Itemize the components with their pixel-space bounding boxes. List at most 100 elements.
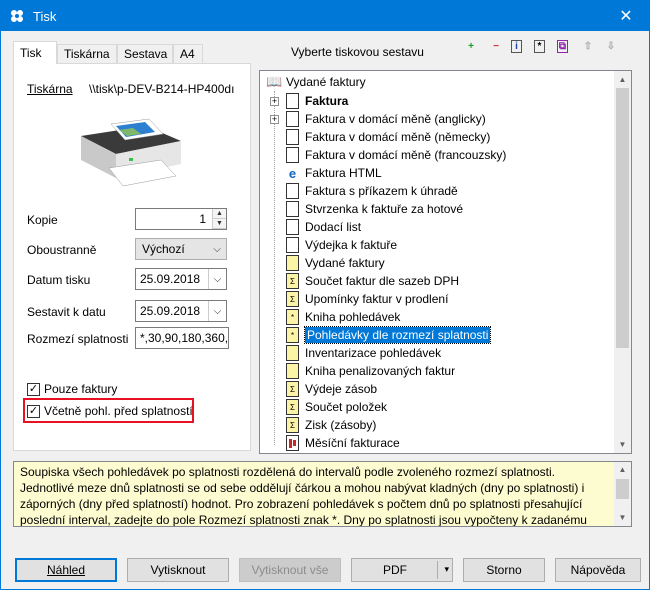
html-icon: e bbox=[286, 165, 299, 181]
move-up-icon[interactable]: ⇧ bbox=[580, 38, 596, 54]
chevron-down-icon[interactable]: ⌵ bbox=[208, 269, 226, 289]
print-date-value: 25.09.2018 bbox=[140, 272, 201, 286]
tree-item[interactable]: Σ Součet faktur dle sazeb DPH bbox=[286, 272, 459, 290]
print-all-button[interactable]: Vytisknout vše bbox=[239, 558, 341, 582]
tree-item-label: Součet faktur dle sazeb DPH bbox=[305, 274, 460, 288]
tree-item[interactable]: Faktura v domácí měně (německy) bbox=[286, 128, 490, 146]
tree-item-label: Faktura s příkazem k úhradě bbox=[305, 184, 458, 198]
print-date-label: Datum tisku bbox=[27, 273, 91, 287]
scroll-down-icon[interactable]: ▼ bbox=[614, 436, 631, 453]
add-icon[interactable]: + bbox=[463, 38, 479, 54]
copies-stepper[interactable]: 1 ▲ ▼ bbox=[135, 208, 227, 230]
move-down-icon[interactable]: ⇩ bbox=[603, 38, 619, 54]
report-tree[interactable]: 📖 Vydané faktury + + Faktura Faktura v d… bbox=[259, 70, 632, 454]
tree-item[interactable]: e Faktura HTML bbox=[286, 164, 382, 182]
spin-down-icon[interactable]: ▼ bbox=[213, 219, 226, 229]
scroll-down-icon[interactable]: ▼ bbox=[614, 510, 631, 526]
tree-item-label: Upomínky faktur v prodlení bbox=[305, 292, 449, 306]
tab-sestava[interactable]: Sestava bbox=[117, 44, 173, 63]
scroll-up-icon[interactable]: ▲ bbox=[614, 462, 631, 478]
help-label: Nápověda bbox=[570, 563, 626, 577]
yellow-page-icon bbox=[286, 255, 299, 271]
duplex-select[interactable]: Výchozí ⌵ bbox=[135, 238, 227, 260]
range-label: Rozmezí splatnosti bbox=[27, 332, 129, 346]
tree-item-label: Dodací list bbox=[305, 220, 362, 234]
cancel-button[interactable]: Storno bbox=[463, 558, 545, 582]
tree-item[interactable]: Dodací list bbox=[286, 218, 361, 236]
star-icon[interactable]: * bbox=[534, 40, 545, 53]
yellow-page-icon bbox=[286, 345, 299, 361]
include-before-due-checkbox[interactable]: ✓ Včetně pohl. před splatností bbox=[27, 403, 193, 419]
tree-item[interactable]: Inventarizace pohledávek bbox=[286, 344, 441, 362]
checkmark-icon[interactable]: ✓ bbox=[27, 382, 40, 396]
tree-item[interactable]: Měsíční fakturace bbox=[286, 434, 400, 452]
tree-item[interactable]: Σ Výdeje zásob bbox=[286, 380, 377, 398]
pdf-label: PDF bbox=[383, 563, 407, 577]
tree-item[interactable]: Stvrzenka k faktuře za hotové bbox=[286, 200, 463, 218]
tree-item[interactable]: Faktura v domácí měně (francouzsky) bbox=[286, 146, 506, 164]
print-date-field[interactable]: 25.09.2018 ⌵ bbox=[135, 268, 227, 290]
copies-spin[interactable]: ▲ ▼ bbox=[212, 209, 226, 229]
tab-tiskarna[interactable]: Tiskárna bbox=[57, 44, 117, 63]
tree-item-label: Kniha pohledávek bbox=[305, 310, 401, 324]
sigma-icon: Σ bbox=[286, 417, 299, 433]
report-date-field[interactable]: 25.09.2018 ⌵ bbox=[135, 300, 227, 322]
info-icon[interactable]: i bbox=[511, 40, 522, 53]
print-button[interactable]: Vytisknout bbox=[127, 558, 229, 582]
expand-icon[interactable]: + bbox=[270, 115, 279, 124]
print-label: Vytisknout bbox=[150, 563, 206, 577]
tree-item[interactable]: Kniha penalizovaných faktur bbox=[286, 362, 455, 380]
tree-item[interactable]: Výdejka k faktuře bbox=[286, 236, 397, 254]
tree-item[interactable]: Vydané faktury bbox=[286, 254, 385, 272]
spin-up-icon[interactable]: ▲ bbox=[213, 209, 226, 219]
checkmark-icon[interactable]: ✓ bbox=[27, 404, 40, 418]
tree-item-label: Výdeje zásob bbox=[305, 382, 378, 396]
close-icon[interactable]: ✕ bbox=[603, 1, 649, 31]
tree-item[interactable]: Faktura bbox=[286, 92, 348, 110]
tree-item[interactable]: Faktura s příkazem k úhradě bbox=[286, 182, 458, 200]
scroll-up-icon[interactable]: ▲ bbox=[614, 71, 631, 88]
star-icon: * bbox=[286, 327, 299, 343]
chevron-down-icon[interactable]: ⌵ bbox=[208, 239, 226, 259]
scroll-thumb[interactable] bbox=[616, 479, 629, 499]
preview-button[interactable]: Náhled bbox=[15, 558, 117, 582]
printer-image bbox=[81, 118, 181, 187]
tab-a4[interactable]: A4 bbox=[173, 44, 203, 63]
tree-item[interactable]: Σ Zisk (zásoby) bbox=[286, 416, 376, 434]
report-date-label: Sestavit k datu bbox=[27, 305, 106, 319]
title-bar: Tisk ✕ bbox=[1, 1, 649, 31]
remove-icon[interactable]: − bbox=[488, 38, 504, 54]
tree-item[interactable]: * Kniha pohledávek bbox=[286, 308, 400, 326]
copies-label: Kopie bbox=[27, 213, 58, 227]
tree-item[interactable]: Σ Součet položek bbox=[286, 398, 387, 416]
printer-label[interactable]: Tiskárna bbox=[27, 82, 73, 96]
chevron-down-icon[interactable]: ▾ bbox=[444, 564, 449, 575]
expand-icon[interactable]: + bbox=[270, 97, 279, 106]
duplex-value: Výchozí bbox=[142, 242, 185, 256]
copy-icon[interactable]: ⧉ bbox=[557, 40, 568, 53]
tab-tisk[interactable]: Tisk bbox=[13, 41, 57, 64]
pdf-button[interactable]: PDF ▾ bbox=[351, 558, 453, 582]
tree-item-label: Vydané faktury bbox=[305, 256, 385, 270]
only-invoices-checkbox[interactable]: ✓ Pouze faktury bbox=[27, 381, 117, 397]
page-icon bbox=[286, 93, 299, 109]
scroll-thumb[interactable] bbox=[616, 88, 629, 348]
description-scrollbar[interactable]: ▲ ▼ bbox=[614, 462, 631, 526]
app-icon bbox=[11, 10, 23, 22]
tree-scrollbar[interactable]: ▲ ▼ bbox=[614, 71, 631, 453]
report-date-value: 25.09.2018 bbox=[140, 304, 201, 318]
chevron-down-icon[interactable]: ⌵ bbox=[208, 301, 226, 321]
tree-root[interactable]: 📖 Vydané faktury bbox=[266, 73, 366, 91]
tree-item[interactable]: Σ Upomínky faktur v prodlení bbox=[286, 290, 448, 308]
page-icon bbox=[286, 237, 299, 253]
help-button[interactable]: Nápověda bbox=[555, 558, 641, 582]
only-invoices-label: Pouze faktury bbox=[44, 382, 118, 396]
report-select-heading: Vyberte tiskovou sestavu bbox=[291, 45, 424, 59]
range-field[interactable]: *,30,90,180,360,* bbox=[135, 327, 229, 349]
tree-item-label: Stvrzenka k faktuře za hotové bbox=[305, 202, 464, 216]
copies-value: 1 bbox=[199, 212, 206, 226]
tree-item-selected[interactable]: * Pohledávky dle rozmezí splatnosti bbox=[286, 326, 492, 344]
tree-item-label: Faktura HTML bbox=[305, 166, 382, 180]
tree-item[interactable]: Faktura v domácí měně (anglicky) bbox=[286, 110, 486, 128]
tree-item-label: Kniha penalizovaných faktur bbox=[305, 364, 456, 378]
